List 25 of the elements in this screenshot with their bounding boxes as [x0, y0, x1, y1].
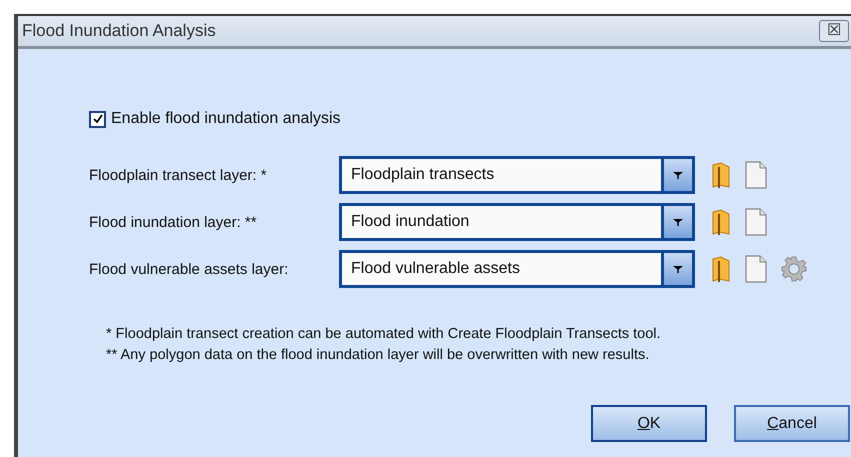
footnote: ** Any polygon data on the flood inundation layer will be overwritten with new results. — [106, 346, 650, 365]
blank-document-icon[interactable] — [745, 208, 767, 236]
checkmark-icon — [92, 113, 104, 125]
blank-document-icon[interactable] — [745, 255, 767, 283]
field-label: Flood inundation layer: ** — [89, 214, 258, 230]
folder-icon[interactable] — [711, 255, 731, 283]
window-title: Flood Inundation Analysis — [22, 21, 216, 41]
close-button[interactable]: ☒ — [819, 20, 849, 42]
field-label: Floodplain transect layer: * — [89, 166, 268, 184]
dropdown-arrow-icon — [672, 265, 684, 273]
layer-dropdown[interactable]: Flood vulnerable assets — [339, 250, 695, 288]
checkbox[interactable] — [89, 110, 106, 128]
folder-icon[interactable] — [711, 208, 731, 236]
dropdown-arrow-icon — [672, 171, 684, 179]
footnote: * Floodplain transect creation can be automated with Create Floodplain Transects tool. — [106, 325, 662, 344]
layer-dropdown[interactable]: Flood inundation — [339, 203, 695, 241]
dropdown-arrow-icon — [672, 218, 684, 226]
cancel-button[interactable]: Cancel — [734, 405, 850, 442]
blank-document-icon[interactable] — [745, 161, 767, 189]
folder-icon[interactable] — [711, 161, 731, 189]
field-label: Flood vulnerable assets layer: — [89, 260, 290, 278]
ok-button[interactable]: OK — [591, 405, 707, 442]
layer-dropdown[interactable]: Floodplain transects — [339, 156, 695, 194]
checkbox-label: Enable flood inundation analysis — [111, 110, 340, 128]
settings-icon[interactable] — [781, 256, 807, 282]
